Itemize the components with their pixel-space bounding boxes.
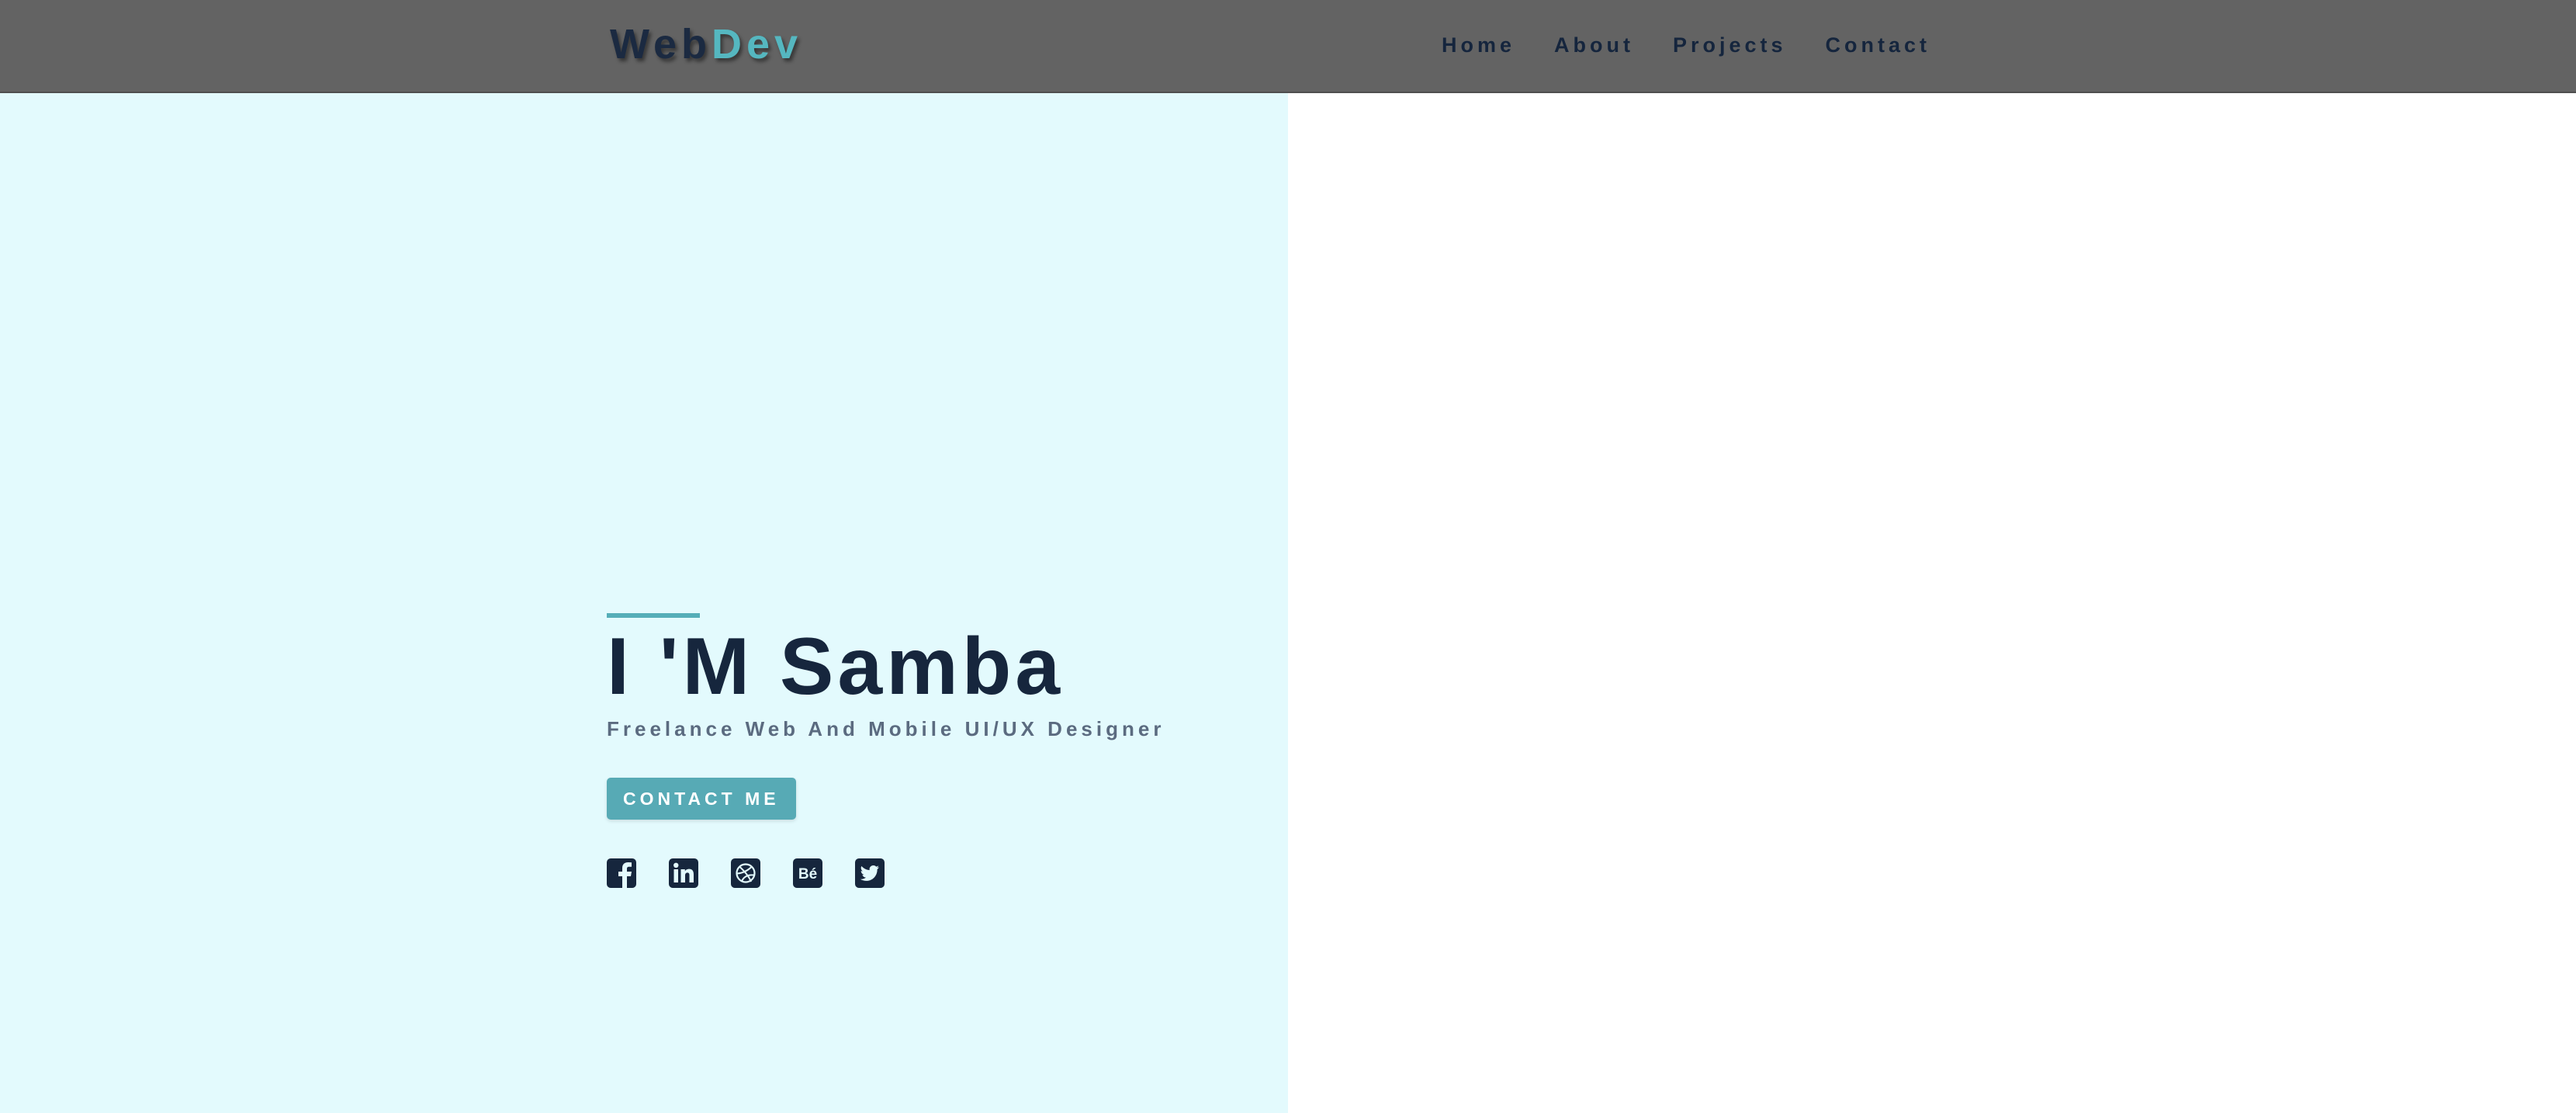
nav-item-contact: Contact (1826, 31, 1931, 59)
hero-subtitle: Freelance Web And Mobile UI/UX Designer (607, 717, 1165, 740)
contact-me-button[interactable]: CONTACT ME (607, 778, 796, 820)
nav-link-about[interactable]: About (1554, 31, 1634, 59)
hero-right-panel (1288, 93, 2576, 1113)
title-accent-line (607, 613, 700, 618)
social-links: Bé (607, 858, 1274, 888)
hero-content: I 'M Samba Freelance Web And Mobile UI/U… (607, 613, 1274, 888)
nav-link-home[interactable]: Home (1442, 31, 1515, 59)
facebook-icon[interactable] (607, 858, 636, 888)
behance-icon-text: Bé (798, 866, 817, 882)
nav-link-contact[interactable]: Contact (1826, 31, 1931, 59)
nav-item-about: About (1554, 31, 1634, 59)
logo[interactable]: WebDev (610, 17, 802, 71)
nav-item-home: Home (1442, 31, 1515, 59)
behance-icon[interactable]: Bé (793, 858, 822, 888)
logo-dev-text: Dev (712, 21, 803, 68)
linkedin-icon[interactable] (669, 858, 698, 888)
hero-left-panel (0, 93, 1288, 1113)
navbar: WebDev Home About Projects Contact (0, 0, 2576, 93)
nav-menu: Home About Projects Contact (1442, 31, 1930, 59)
logo-web-text: Web (610, 21, 712, 68)
nav-link-projects[interactable]: Projects (1673, 31, 1787, 59)
hero-title: I 'M Samba (607, 622, 1065, 712)
dribbble-icon[interactable] (731, 858, 760, 888)
nav-item-projects: Projects (1673, 31, 1787, 59)
twitter-icon[interactable] (855, 858, 885, 888)
